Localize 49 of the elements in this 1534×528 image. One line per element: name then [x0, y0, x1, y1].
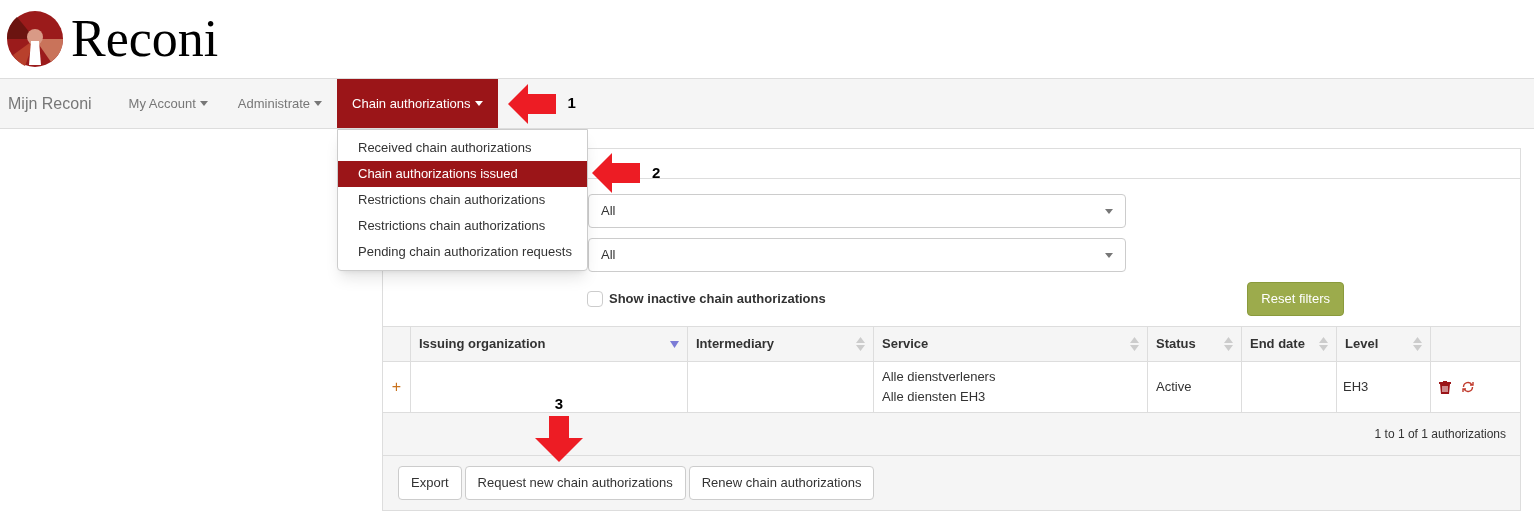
sort-icon[interactable]: [1224, 337, 1233, 351]
dropdown-item[interactable]: Restrictions chain authorizations: [338, 213, 587, 239]
action-button[interactable]: Renew chain authorizations: [688, 466, 875, 500]
callout-number: 3: [554, 394, 564, 414]
sort-icon[interactable]: [1130, 337, 1139, 351]
sort-icon[interactable]: [1319, 337, 1328, 351]
logo-icon: [7, 11, 63, 67]
callout-number: 2: [652, 162, 661, 183]
callout-arrow: [592, 153, 640, 193]
callout-arrow: [507, 83, 556, 124]
refresh-icon[interactable]: [1461, 381, 1475, 393]
nav-menu[interactable]: Administrate: [222, 79, 338, 128]
callout-number: 1: [567, 93, 576, 114]
caret-icon: [474, 101, 483, 106]
action-button[interactable]: Export: [398, 466, 462, 500]
caret-icon: [199, 101, 208, 106]
dropdown-item[interactable]: Chain authorizations issued: [338, 161, 587, 187]
nav-menu[interactable]: Chain authorizations: [337, 79, 498, 128]
table-cell-text: Active: [1156, 378, 1192, 397]
sort-icon[interactable]: [1413, 337, 1422, 351]
column-header[interactable]: Intermediary: [688, 327, 874, 361]
trash-icon[interactable]: [1439, 380, 1451, 394]
column-header[interactable]: Level: [1337, 327, 1431, 361]
sort-descending-icon[interactable]: [670, 340, 679, 348]
sort-icon[interactable]: [856, 337, 865, 351]
nav-menu[interactable]: My Account: [113, 79, 223, 128]
logo-text: Reconi: [71, 13, 219, 65]
checkbox-label: Show inactive chain authorizations: [609, 290, 826, 309]
caret-icon: [1105, 252, 1113, 258]
column-header[interactable]: Service: [874, 327, 1148, 361]
table-cell-text: Alle dienstverleners: [882, 368, 997, 386]
table-cell-text: Alle diensten EH3: [882, 388, 987, 406]
filter-select[interactable]: All: [588, 194, 1126, 228]
dropdown-item[interactable]: Pending chain authorization requests: [338, 239, 587, 265]
filter-select[interactable]: All: [588, 238, 1126, 272]
brand-link[interactable]: Mijn Reconi: [0, 79, 100, 128]
dropdown-item[interactable]: Received chain authorizations: [338, 135, 587, 161]
pagination-summary: 1 to 1 of 1 authorizations: [1374, 426, 1506, 443]
expand-button[interactable]: +: [391, 375, 402, 399]
caret-icon: [314, 101, 323, 106]
column-header[interactable]: Status: [1148, 327, 1242, 361]
dropdown-item[interactable]: Restrictions chain authorizations: [338, 187, 587, 213]
column-header[interactable]: End date: [1242, 327, 1337, 361]
checkbox[interactable]: [587, 291, 603, 307]
caret-icon: [1105, 208, 1113, 214]
callout-arrow: [535, 415, 583, 462]
table-cell-text: EH3: [1343, 378, 1369, 397]
column-header[interactable]: Issuing organization: [411, 327, 688, 361]
action-button[interactable]: Request new chain authorizations: [464, 466, 686, 500]
